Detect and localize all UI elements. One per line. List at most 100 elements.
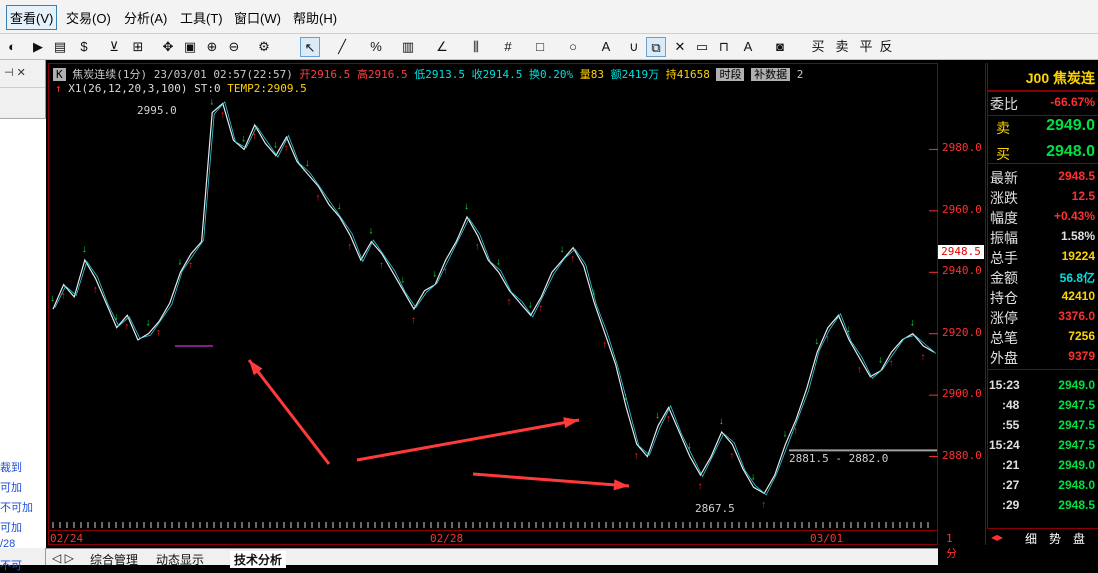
quote-tab-arrows-icon[interactable]: ◂▸ [991, 530, 1003, 544]
text-tool-icon[interactable]: A [596, 37, 616, 57]
price-chart[interactable]: ↓ ↑ ↓ ↑ ↓ ↑ ↓ ↑ ↓ ↑ ↓ ↑ ↓ ↑ ↓ ↑ ↓ ↑ ↓ ↑ ↓ ↑ ↓ ↑ ↓ ↑ ↓ ↑ ↓ ↑ ↓ ↑ ↓ ↑ ↓ ↑ ↓ ↑ ↓ ↑… [48, 63, 939, 545]
menu-tools[interactable]: 工具(T) [180, 8, 223, 27]
sell-signal-arrow: ↓ [496, 256, 501, 267]
sell-signal-arrow: ↓ [432, 269, 437, 280]
k-badge[interactable]: K [53, 68, 66, 81]
buy-signal-arrow: ↑ [220, 109, 225, 120]
tab-technical[interactable]: 技术分析 [230, 551, 287, 568]
fit-icon[interactable]: ▣ [180, 37, 200, 57]
ruler-icon[interactable]: ▥ [398, 37, 418, 57]
tab-general[interactable]: 综合管理 [90, 551, 138, 568]
menu-view[interactable]: 查看(V) [6, 5, 58, 30]
sell-signal-arrow: ↓ [146, 318, 151, 329]
buy-signal-arrow: ↑ [538, 303, 543, 314]
gear-icon[interactable]: ⚙ [254, 37, 274, 57]
reverse-button[interactable]: 反 [876, 37, 896, 57]
quote-row: 涨停 3376.0 [988, 307, 1098, 327]
sell-signal-arrow: ↓ [719, 416, 724, 427]
quote-panel: J00 焦炭连 委比 -66.67% 卖 2949.0 买 2948.0 最新 2948.5 涨… [987, 63, 1098, 545]
list-item[interactable]: 裁到 [0, 459, 22, 475]
list-item[interactable]: /28 [0, 538, 15, 550]
indicator-name: X1(26,12,20,3,100) [68, 82, 188, 95]
tab-dynamic[interactable]: 动态显示 [156, 551, 204, 568]
pin-icon[interactable]: ⊣ ✕ [0, 60, 45, 88]
sell-signal-arrow: ↓ [782, 428, 787, 439]
sell-signal-arrow: ↓ [305, 158, 310, 169]
open-label: 开2916.5 [299, 68, 351, 81]
cursor-icon[interactable]: ↖ [300, 37, 320, 57]
dollar-icon[interactable]: $ [74, 37, 94, 57]
document-icon[interactable]: ▤ [50, 37, 70, 57]
copy-icon[interactable]: ⧉ [646, 37, 666, 57]
quote-tab-trend[interactable]: 势 [1049, 530, 1061, 547]
y-tick-label: 2980.0 [942, 141, 982, 155]
quote-code: J00 [1025, 70, 1050, 86]
list-item[interactable]: 可加 [0, 479, 22, 495]
compass-icon[interactable]: ◐ [2, 37, 22, 57]
lock-icon[interactable]: ⊓ [714, 37, 734, 57]
play-icon[interactable]: ▶ [28, 37, 48, 57]
sell-button[interactable]: 卖 [832, 37, 852, 57]
quote-tab-detail[interactable]: 细 [1025, 530, 1037, 547]
tick-time: :48 [1002, 398, 1020, 412]
circle-icon[interactable]: ○ [563, 37, 583, 57]
percent-icon[interactable]: % [366, 37, 386, 57]
delete-icon[interactable]: ✕ [670, 37, 690, 57]
backfill-button[interactable]: 补数据 [751, 68, 791, 81]
amount-label: 额2419万 [610, 68, 660, 81]
font-color-icon[interactable]: A [738, 37, 758, 57]
bottom-tabs: ◁ ▷ 综合管理 动态显示 技术分析 [46, 548, 938, 568]
quote-tabs: ◂▸ 细 势 盘 [987, 528, 1098, 546]
tab-nav-icon[interactable]: ◁ ▷ [52, 551, 74, 565]
turnover-label: 换0.20% [528, 68, 574, 81]
menu-analysis[interactable]: 分析(A) [124, 8, 167, 27]
menu-help[interactable]: 帮助(H) [293, 8, 337, 27]
quote-name: 焦炭连 [1053, 70, 1095, 86]
tick-time: :55 [1002, 418, 1020, 432]
zoom-out-icon[interactable]: ⊖ [224, 37, 244, 57]
period-button[interactable]: 时段 [716, 68, 745, 81]
quote-tab-book[interactable]: 盘 [1073, 530, 1085, 547]
save-icon[interactable]: ◙ [770, 37, 790, 57]
list-item[interactable]: 不可 [0, 557, 22, 573]
buy-signal-arrow: ↑ [252, 131, 257, 142]
tick-price: 2948.0 [1058, 478, 1095, 492]
x-tick-label: 02/24 [50, 532, 84, 545]
rectangle-icon[interactable]: □ [530, 37, 550, 57]
layout-icon[interactable]: ⊞ [128, 37, 148, 57]
y-tick-label: 2900.0 [942, 387, 982, 401]
buy-signal-arrow: ↑ [506, 297, 511, 308]
y-tick-label: 2960.0 [942, 202, 982, 216]
filter-icon[interactable]: ⊻ [104, 37, 124, 57]
sell-signal-arrow: ↓ [559, 244, 564, 255]
trash-icon[interactable]: ▭ [692, 37, 712, 57]
line-draw-icon[interactable]: ╱ [332, 37, 352, 57]
y-tick-label: 2920.0 [942, 325, 982, 339]
bars-icon[interactable]: ⫼ [466, 37, 486, 57]
zoom-in-icon[interactable]: ⊕ [202, 37, 222, 57]
sell-signal-arrow: ↓ [50, 293, 55, 304]
angle-icon[interactable]: ∠ [432, 37, 452, 57]
grid-icon[interactable]: # [498, 37, 518, 57]
quote-row-value: 56.8亿 [1059, 271, 1095, 285]
magnet-icon[interactable]: ∪ [624, 37, 644, 57]
arrow-up-icon: ↑ [55, 82, 62, 95]
quote-row-value: 3376.0 [1058, 309, 1095, 323]
flat-button[interactable]: 平 [856, 37, 876, 57]
move-icon[interactable]: ✥ [158, 37, 178, 57]
buy-button[interactable]: 买 [808, 37, 828, 57]
sell-signal-arrow: ↓ [591, 287, 596, 298]
quote-row-label: 涨停 [990, 310, 1018, 326]
menu-window[interactable]: 窗口(W) [234, 8, 281, 27]
list-item[interactable]: 不可加 [0, 499, 33, 515]
x-tick-label: 02/28 [430, 532, 464, 545]
buy-signal-arrow: ↑ [825, 334, 830, 345]
list-item[interactable]: 可加 [0, 519, 22, 535]
tick-time: :21 [1002, 458, 1020, 472]
period-label[interactable]: 1分 [946, 532, 957, 561]
y-tick-label: 2940.0 [942, 264, 982, 278]
menu-trade[interactable]: 交易(O) [66, 8, 111, 27]
sell-signal-arrow: ↓ [655, 410, 660, 421]
quote-row-label: 持仓 [990, 290, 1018, 306]
buy-signal-arrow: ↑ [124, 321, 129, 332]
